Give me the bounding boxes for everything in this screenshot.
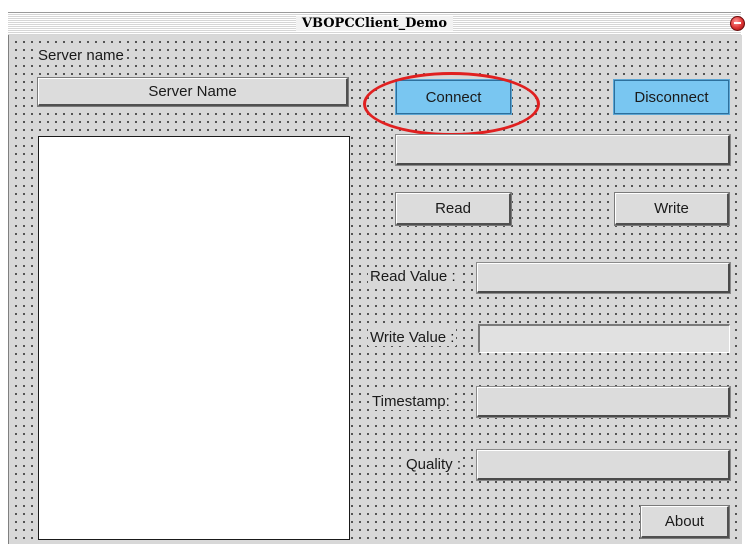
quality-field xyxy=(476,449,731,481)
read-value-label: Read Value : xyxy=(368,268,458,285)
read-value-field xyxy=(476,262,731,294)
form-canvas: Server name Server Name Connect Disconne… xyxy=(8,35,742,544)
close-icon[interactable] xyxy=(730,16,745,31)
server-list[interactable] xyxy=(38,136,350,540)
disconnect-button[interactable]: Disconnect xyxy=(613,79,730,115)
timestamp-field xyxy=(476,386,731,418)
write-button[interactable]: Write xyxy=(614,192,730,226)
timestamp-label: Timestamp: xyxy=(370,393,452,410)
server-name-button[interactable]: Server Name xyxy=(37,77,349,107)
read-button[interactable]: Read xyxy=(395,192,512,226)
quality-label: Quality : xyxy=(404,456,464,473)
server-name-label: Server name xyxy=(36,47,126,64)
write-value-label: Write Value : xyxy=(368,329,457,346)
title-bar[interactable]: VBOPCClient_Demo xyxy=(8,12,745,36)
item-id-field[interactable] xyxy=(395,134,731,166)
write-value-input[interactable] xyxy=(478,324,730,353)
window-title: VBOPCClient_Demo xyxy=(295,16,454,31)
connect-button[interactable]: Connect xyxy=(395,79,512,115)
about-button[interactable]: About xyxy=(640,505,730,539)
app-window: VBOPCClient_Demo Server name Server Name… xyxy=(0,0,745,544)
